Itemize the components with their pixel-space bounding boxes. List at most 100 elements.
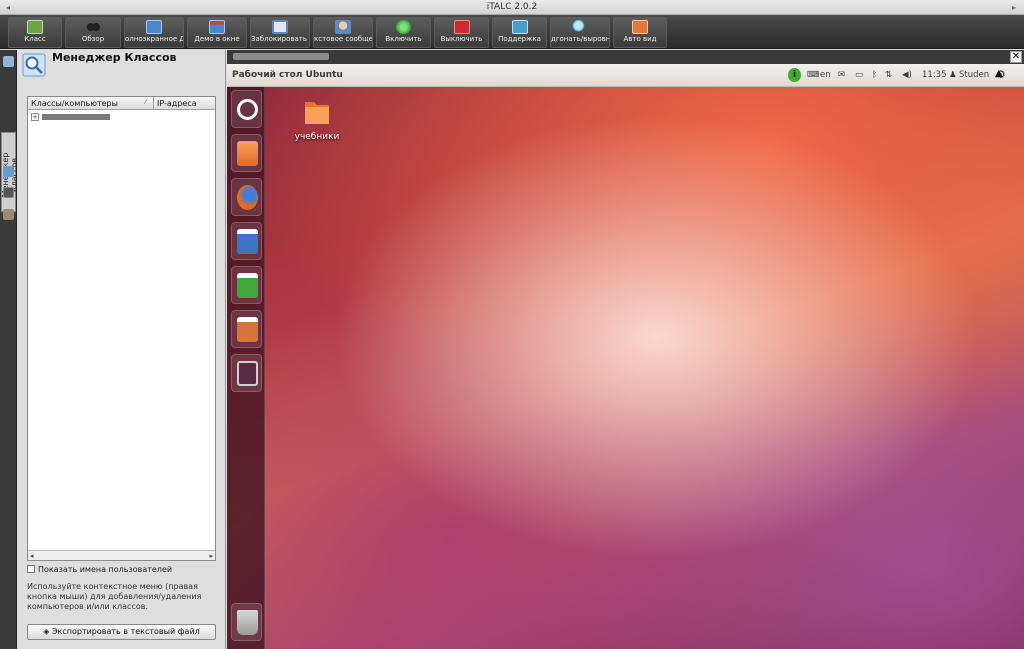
launcher-firefox[interactable] [231, 178, 262, 216]
fullscreen-demo-icon [146, 20, 162, 34]
desktop-folder[interactable]: учебники [287, 97, 347, 147]
toolbar-button-overview[interactable]: Обзор [65, 17, 121, 48]
toolbar-button-classroom[interactable]: Класс [8, 17, 62, 48]
launcher-writer[interactable] [231, 222, 262, 260]
power-on-icon [396, 20, 411, 34]
network-icon[interactable]: ⇅ [885, 68, 892, 82]
tree-row[interactable]: + [31, 113, 211, 122]
tree-header: Классы/компьютеры ⁄ IP-адреса [28, 97, 215, 110]
mail-icon[interactable]: ✉ [838, 68, 845, 82]
firefox-icon [237, 185, 258, 210]
keyboard-icon[interactable]: ⌨ [807, 68, 819, 82]
expand-icon[interactable]: + [31, 113, 39, 121]
indicator-area: i ⌨ en ✉ ▭ ᛒ ⇅ ◀) 11:35 ♟ Studen ⚙ [788, 68, 1020, 83]
italc-window: ◂ iTALC 2.0.2 ▸ Класс Обзор олноэкранное… [0, 0, 1024, 649]
user-icon[interactable]: ♟ [949, 68, 957, 82]
window-title: iTALC 2.0.2 [486, 2, 538, 12]
remote-view-toolbar: ✕ [227, 50, 1024, 64]
expand-arrow-icon[interactable]: ▸ [1012, 0, 1016, 15]
horizontal-scrollbar[interactable]: ◂ ▸ [28, 550, 215, 560]
support-icon [511, 20, 528, 34]
export-icon: ◈ [43, 627, 52, 636]
column-header-ip[interactable]: IP-адреса [157, 99, 197, 108]
collapse-arrow-icon[interactable]: ◂ [6, 0, 10, 15]
export-label: Экспортировать в текстовый файл [51, 627, 200, 636]
column-divider[interactable] [153, 97, 154, 110]
toolbar-button-power-off[interactable]: Выключить [434, 17, 489, 48]
launcher-trash[interactable] [231, 603, 262, 641]
close-icon[interactable]: ✕ [1010, 51, 1022, 63]
toolbar-button-fullscreen-demo[interactable]: олноэкранное Дем [124, 17, 184, 48]
class-tree[interactable]: Классы/компьютеры ⁄ IP-адреса + ◂ ▸ [27, 96, 216, 561]
ubuntu-panel-title: Рабочий стол Ubuntu [232, 70, 343, 80]
ubuntu-top-panel: Рабочий стол Ubuntu i ⌨ en ✉ ▭ ᛒ ⇅ ◀) 11… [227, 64, 1024, 87]
overview-icon [85, 20, 101, 34]
launcher-files[interactable] [231, 134, 262, 172]
magnifier-icon [22, 53, 46, 77]
ubuntu-desktop[interactable]: учебники [227, 87, 1024, 649]
keyboard-layout[interactable]: en [820, 68, 831, 82]
toolbar-button-align[interactable]: дгонать/выровня [550, 17, 610, 48]
toolbar-button-support[interactable]: Поддержка [492, 17, 547, 48]
toolbar-button-label: Обзор [81, 35, 105, 43]
snapshot-icon[interactable] [3, 166, 14, 177]
tools-icon[interactable] [3, 209, 14, 220]
toolbar-button-message[interactable]: кстовое сообщени [313, 17, 373, 48]
side-tab-strip: Менеджер Классов [0, 50, 19, 649]
checkbox-box[interactable] [27, 565, 35, 573]
home-icon[interactable] [3, 56, 14, 67]
volume-icon[interactable]: ◀) [902, 68, 912, 82]
remote-scroll-thumb[interactable] [233, 53, 329, 60]
align-icon [572, 20, 588, 34]
scroll-right-icon[interactable]: ▸ [209, 552, 213, 560]
toolbar-button-label: Демо в окне [194, 35, 240, 43]
scroll-left-icon[interactable]: ◂ [30, 552, 34, 560]
folder-icon [305, 102, 329, 124]
desktop-folder-label: учебники [294, 132, 340, 142]
classroom-icon [27, 20, 43, 34]
window-demo-icon [209, 20, 225, 34]
remote-view: ✕ Рабочий стол Ubuntu i ⌨ en ✉ ▭ ᛒ ⇅ ◀) … [227, 50, 1024, 649]
launcher-workspaces[interactable] [231, 354, 262, 392]
message-icon [335, 20, 351, 34]
main-toolbar: Класс Обзор олноэкранное Дем Демо в окне… [0, 15, 1024, 49]
toolbar-button-lock[interactable]: Заблокировать вс [250, 17, 310, 48]
battery-icon[interactable]: ▭ [855, 68, 863, 82]
update-info-icon[interactable]: i [788, 68, 801, 82]
class-name-redacted [42, 114, 110, 120]
toolbar-button-label: дгонать/выровня [551, 35, 610, 43]
export-text-file-button[interactable]: ◈ Экспортировать в текстовый файл [27, 624, 216, 640]
launcher-impress[interactable] [231, 310, 262, 348]
files-icon [237, 141, 258, 166]
toolbar-button-label: Включить [385, 35, 422, 43]
bluetooth-icon[interactable]: ᛒ [872, 68, 877, 82]
user-name[interactable]: Studen [959, 68, 989, 82]
calc-icon [237, 273, 258, 298]
class-manager-panel: Менеджер Классов Классы/компьютеры ⁄ IP-… [18, 50, 226, 649]
show-usernames-label: Показать имена пользователей [38, 565, 173, 574]
toolbar-button-label: кстовое сообщени [314, 35, 373, 43]
toolbar-button-label: Класс [24, 35, 46, 43]
clock[interactable]: 11:35 [922, 68, 947, 82]
toolbar-button-label: Выключить [440, 35, 483, 43]
ubuntu-logo-icon [237, 99, 258, 120]
trash-icon [237, 610, 258, 635]
unity-launcher [227, 87, 265, 649]
power-off-icon [453, 20, 470, 34]
panel-title: Менеджер Классов [52, 51, 177, 64]
toolbar-button-label: Заблокировать вс [251, 35, 309, 43]
auto-view-icon [632, 20, 648, 34]
toolbar-button-auto-view[interactable]: Авто вид [613, 17, 667, 48]
workspaces-icon [237, 361, 258, 386]
show-usernames-checkbox[interactable]: Показать имена пользователей [27, 565, 172, 574]
writer-icon [237, 229, 258, 254]
launcher-dash[interactable] [231, 90, 262, 128]
users-icon[interactable] [3, 187, 14, 198]
context-menu-hint: Используйте контекстное меню (правая кно… [27, 582, 202, 611]
toolbar-button-window-demo[interactable]: Демо в окне [187, 17, 247, 48]
toolbar-button-label: Поддержка [498, 35, 541, 43]
toolbar-button-power-on[interactable]: Включить [376, 17, 431, 48]
column-header-classes[interactable]: Классы/компьютеры [31, 99, 118, 108]
impress-icon [237, 317, 258, 342]
launcher-calc[interactable] [231, 266, 262, 304]
